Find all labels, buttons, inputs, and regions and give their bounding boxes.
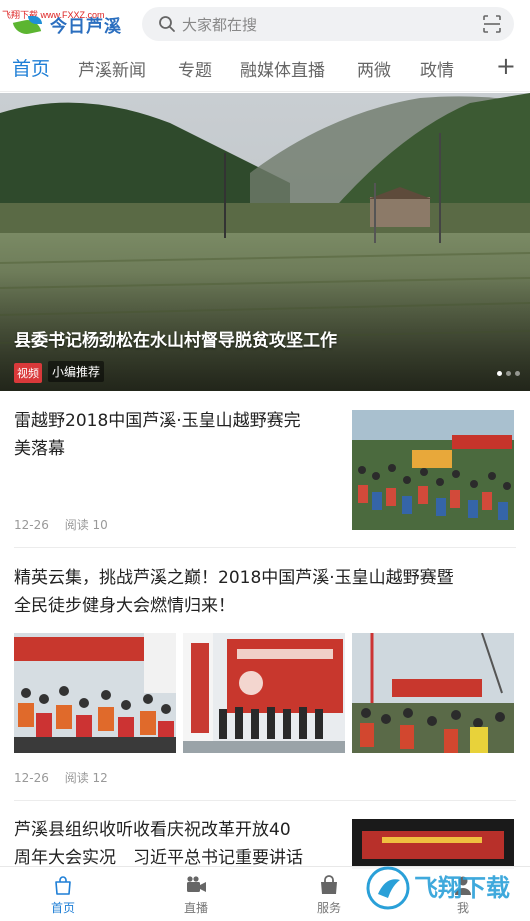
tab-luxi-news[interactable]: 芦溪新闻 [78,56,146,81]
news-meta: 12-26 阅读 10 [14,516,108,533]
watermark-logo-text: 飞翔下载 [414,874,510,902]
shopping-bag-icon [299,873,359,897]
news-thumbnail[interactable] [352,633,514,753]
logo-leaf-icon [12,14,48,37]
divider [14,800,516,801]
nav-service[interactable]: 服务 [299,873,359,916]
add-tab-icon[interactable]: + [496,52,516,80]
tab-politics[interactable]: 政情 [420,56,454,81]
hero-banner[interactable]: 县委书记杨劲松在水山村督导脱贫攻坚工作 视频 小编推荐 [0,93,530,391]
carousel-indicator [497,371,520,376]
nav-label: 直播 [183,901,208,915]
category-tabs: 首页 芦溪新闻 专题 融媒体直播 两微 政情 + [0,46,530,92]
news-thumbnail[interactable] [183,633,345,753]
nav-home[interactable]: 首页 [33,873,93,916]
news-thumbnail[interactable] [352,410,514,530]
nav-live[interactable]: 直播 [166,873,226,916]
news-title[interactable]: 芦溪县组织收听收看庆祝改革开放40 周年大会实况 习近平总书记重要讲话 [14,816,303,872]
app-logo[interactable]: 今日芦溪 [12,12,122,37]
tab-media-live[interactable]: 融媒体直播 [240,56,325,81]
news-date: 12-26 [14,771,49,785]
tab-home[interactable]: 首页 [12,54,50,81]
editor-pick-badge: 小编推荐 [48,361,105,382]
news-thumbnail[interactable] [14,633,176,753]
app-name: 今日芦溪 [50,17,122,37]
carousel-dot [515,371,520,376]
hero-title[interactable]: 县委书记杨劲松在水山村督导脱贫攻坚工作 [14,326,337,351]
news-title[interactable]: 精英云集，挑战芦溪之巅！2018中国芦溪·玉皇山越野赛暨 全民徒步健身大会燃情归… [14,564,454,620]
search-placeholder: 大家都在搜 [182,15,258,34]
nav-label: 首页 [50,901,75,915]
carousel-dot [497,371,502,376]
video-camera-icon [166,873,226,897]
divider [14,547,516,548]
carousel-dot [506,371,511,376]
search-bar[interactable]: 大家都在搜 [142,7,514,41]
nav-label: 服务 [316,901,341,915]
home-bag-icon [33,873,93,897]
top-header: 飞翔下载 www.FXXZ.com 今日芦溪 大家都在搜 [0,0,530,46]
news-reads: 阅读 12 [64,771,108,785]
search-icon [152,15,182,33]
scan-icon[interactable] [482,14,502,34]
tab-two-micro[interactable]: 两微 [357,56,391,81]
news-title[interactable]: 雷越野2018中国芦溪·玉皇山越野赛完 美落幕 [14,407,301,463]
news-meta: 12-26 阅读 12 [14,769,108,786]
download-site-watermark: 飞翔下载 [364,858,524,914]
news-item[interactable]: 精英云集，挑战芦溪之巅！2018中国芦溪·玉皇山越野赛暨 全民徒步健身大会燃情归… [0,549,530,801]
news-reads: 阅读 10 [64,518,108,532]
news-date: 12-26 [14,518,49,532]
video-badge: 视频 [14,363,42,383]
tab-special[interactable]: 专题 [178,56,212,81]
news-item[interactable]: 雷越野2018中国芦溪·玉皇山越野赛完 美落幕 12-26 阅读 10 [0,393,530,548]
